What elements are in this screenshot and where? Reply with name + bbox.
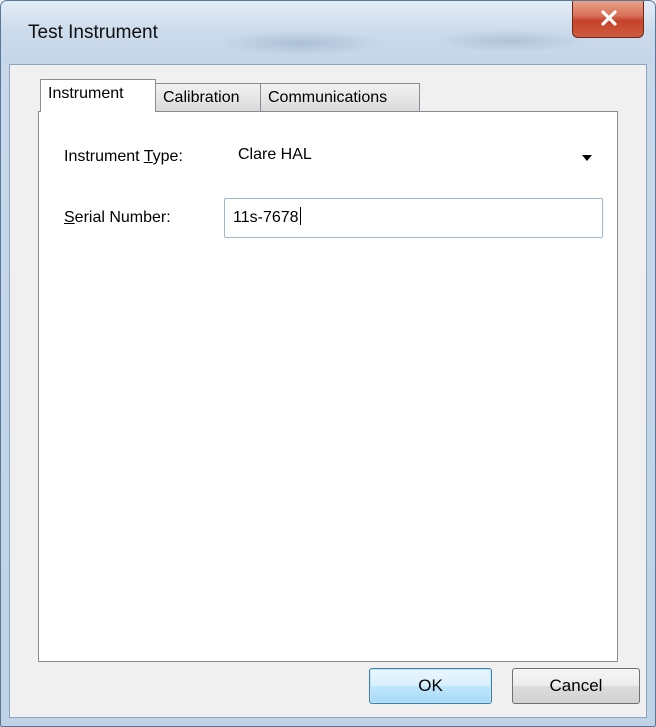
close-button[interactable] — [572, 1, 644, 38]
instrument-type-value: Clare HAL — [238, 146, 312, 163]
tab-communications-label: Communications — [268, 89, 388, 106]
tab-communications[interactable]: Communications — [260, 83, 420, 112]
instrument-type-label-accesskey: T — [143, 148, 153, 165]
serial-number-text: 11s-7678 — [233, 209, 299, 226]
instrument-type-label: Instrument Type: — [64, 148, 183, 166]
dialog-window: Test Instrument Instrument Calibration C… — [0, 0, 656, 727]
cancel-button-label: Cancel — [549, 676, 603, 695]
instrument-type-dropdown[interactable]: Clare HAL — [231, 139, 603, 174]
tab-calibration[interactable]: Calibration — [155, 83, 261, 112]
serial-number-label-suffix: erial Number: — [74, 209, 171, 226]
instrument-type-label-prefix: Instrument — [64, 148, 144, 165]
serial-number-input[interactable]: 11s-7678 — [224, 198, 603, 238]
chevron-down-icon[interactable] — [582, 155, 592, 161]
title-bar[interactable]: Test Instrument — [1, 1, 655, 65]
serial-number-value: 11s-7678 — [233, 207, 301, 227]
serial-number-label-accesskey: S — [64, 209, 75, 226]
ok-button-label: OK — [418, 676, 443, 695]
tab-panel-instrument — [38, 111, 618, 662]
serial-number-label: Serial Number: — [64, 209, 171, 227]
cancel-button[interactable]: Cancel — [512, 668, 640, 704]
ok-button[interactable]: OK — [369, 668, 492, 704]
text-caret — [299, 207, 301, 225]
window-title: Test Instrument — [28, 22, 158, 43]
tab-calibration-label: Calibration — [163, 89, 240, 106]
close-x-icon — [601, 10, 617, 26]
instrument-type-label-suffix: ype: — [152, 148, 183, 165]
tab-instrument[interactable]: Instrument — [40, 79, 156, 112]
tab-instrument-label: Instrument — [48, 85, 124, 102]
